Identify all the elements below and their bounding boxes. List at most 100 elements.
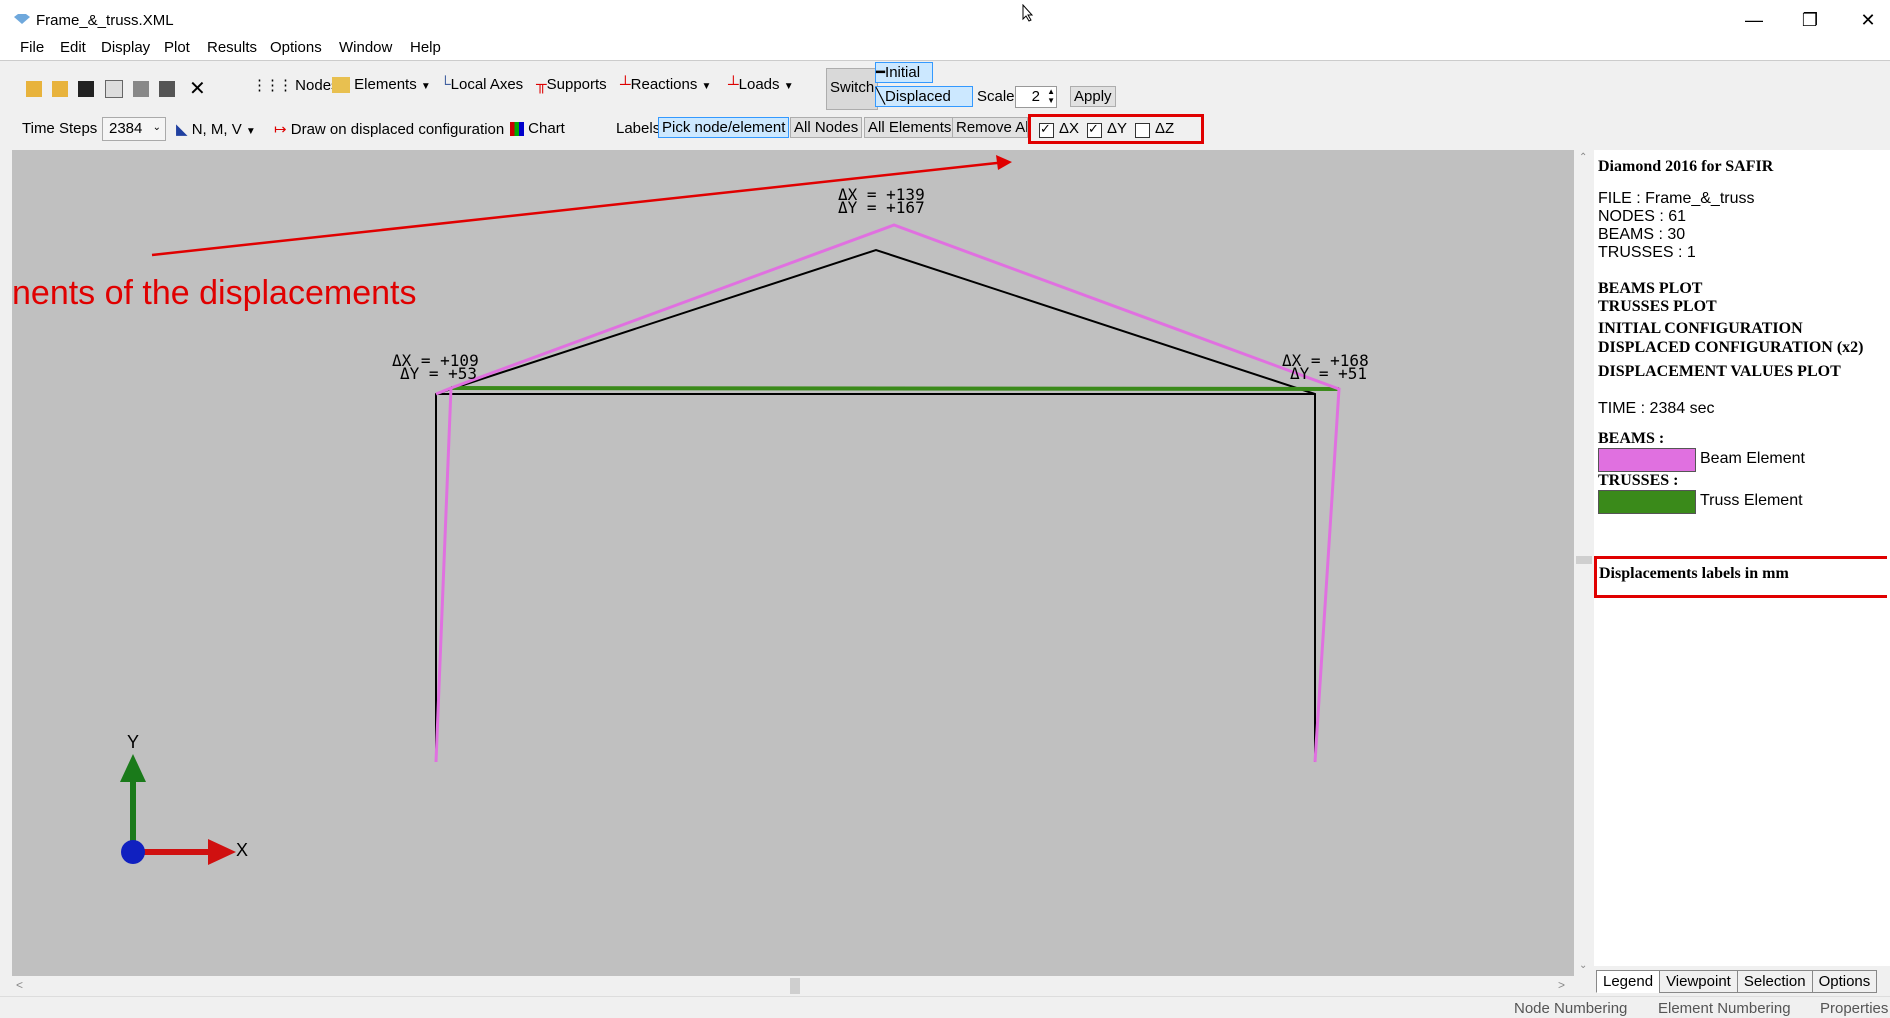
supports-button[interactable]: ╥Supports	[536, 76, 607, 93]
switch-button[interactable]: Switch	[826, 68, 879, 110]
menu-results[interactable]: Results	[207, 39, 257, 56]
menu-help[interactable]: Help	[410, 39, 441, 56]
print-preview-icon[interactable]	[104, 79, 123, 98]
tab-selection[interactable]: Selection	[1736, 970, 1813, 993]
disp-values-info: DISPLACEMENT VALUES PLOT	[1598, 363, 1841, 380]
beams-info: BEAMS : 30	[1598, 226, 1686, 243]
dy-check-box[interactable]	[1087, 121, 1102, 138]
chevron-down-icon: ▼	[245, 126, 256, 137]
element-numbering-status[interactable]: Element Numbering	[1658, 1000, 1791, 1017]
cursor-icon	[1022, 3, 1034, 22]
open-recent-icon[interactable]	[52, 80, 69, 97]
pick-node-element-button[interactable]: Pick node/element	[658, 117, 790, 138]
beam-element-label: Beam Element	[1700, 450, 1805, 467]
all-nodes-button[interactable]: All Nodes	[790, 117, 863, 138]
file-icons: ✕	[26, 76, 206, 101]
nodes-button[interactable]: ⋮⋮⋮ Nodes	[252, 76, 339, 94]
menu-window[interactable]: Window	[339, 39, 392, 56]
scrollbar-thumb[interactable]	[790, 978, 800, 994]
elements-button[interactable]: Elements ▼	[332, 76, 431, 94]
apply-button[interactable]: Apply	[1070, 86, 1116, 107]
initial-button[interactable]: ━Initial	[875, 62, 933, 83]
tab-options[interactable]: Options	[1811, 970, 1878, 993]
all-elements-button[interactable]: All Elements	[864, 117, 956, 138]
node-label-right: ΔX = +168 ΔY = +51	[1282, 353, 1369, 382]
save-icon[interactable]	[78, 80, 95, 97]
dx-checkbox[interactable]	[1039, 121, 1054, 138]
trusses-info: TRUSSES : 1	[1598, 244, 1696, 261]
dy-value: ΔY = +167	[838, 198, 925, 217]
dz-label: ΔZ	[1155, 120, 1175, 137]
menu-file[interactable]: File	[20, 39, 44, 56]
displaced-button[interactable]: ╲Displaced	[875, 86, 973, 107]
horizontal-scrollbar[interactable]: < >	[12, 976, 1574, 996]
time-info: TIME : 2384 sec	[1598, 400, 1715, 417]
dz-check-box[interactable]	[1135, 122, 1150, 138]
remove-all-button[interactable]: Remove All	[952, 117, 1028, 138]
results-toolbar: Time Steps 2384 ⌄ ◣ N, M, V ▼ ↦ Draw on …	[12, 114, 1890, 146]
load-arrow-icon: ┴	[728, 76, 739, 93]
menu-display[interactable]: Display	[101, 39, 150, 56]
close-button[interactable]: ✕	[1844, 6, 1890, 34]
reactions-button[interactable]: ┴Reactions ▼	[620, 76, 711, 93]
beams-plot-info: BEAMS PLOT	[1598, 280, 1703, 297]
clear-icon[interactable]: ✕	[189, 78, 206, 100]
scrollbar-thumb[interactable]	[1576, 556, 1592, 564]
time-steps-select[interactable]: 2384 ⌄	[102, 117, 166, 141]
menu-bar: File Edit Display Plot Results Options W…	[0, 36, 1890, 61]
x-axis-label: X	[236, 840, 249, 860]
initial-frame	[435, 248, 1316, 762]
menu-options[interactable]: Options	[270, 39, 322, 56]
properties-status[interactable]: Properties	[1820, 1000, 1888, 1017]
labels-label: Labels	[616, 120, 661, 137]
structure-viewport[interactable]: nents of the displacements ΔX = +139 ΔY =…	[12, 150, 1574, 976]
draw-displaced-button[interactable]: ↦ Draw on displaced configuration	[274, 120, 504, 138]
dy-checkbox[interactable]	[1087, 121, 1102, 138]
minimize-button[interactable]: —	[1730, 6, 1778, 34]
axes-icon: └	[440, 76, 451, 93]
scroll-left-icon[interactable]: <	[16, 978, 23, 992]
loads-button[interactable]: ┴Loads ▼	[728, 76, 794, 93]
scroll-up-icon[interactable]: ⌃	[1579, 152, 1587, 163]
panel-heading: Diamond 2016 for SAFIR	[1598, 158, 1774, 175]
loads-label: Loads	[738, 76, 780, 93]
initial-line-icon: ━	[876, 64, 886, 81]
title-bar: Frame_&_truss.XML — ❐ ✕	[0, 0, 1890, 40]
x-arrowhead-icon	[208, 839, 236, 865]
elements-label: Elements	[354, 76, 417, 93]
camera-icon[interactable]	[158, 80, 175, 97]
tab-legend[interactable]: Legend	[1596, 970, 1661, 993]
spin-arrows-icon[interactable]: ▲ ▼	[1047, 87, 1055, 105]
chevron-down-icon: ▼	[701, 81, 712, 92]
menu-plot[interactable]: Plot	[164, 39, 190, 56]
status-bar: Node Numbering Element Numbering Propert…	[0, 996, 1890, 1018]
scroll-right-icon[interactable]: >	[1558, 978, 1565, 992]
tab-viewpoint[interactable]: Viewpoint	[1659, 970, 1738, 993]
restore-button[interactable]: ❐	[1786, 6, 1834, 34]
nmv-button[interactable]: ◣ N, M, V ▼	[176, 120, 256, 138]
chart-button[interactable]: Chart	[510, 120, 565, 137]
disp-labels-info: Displacements labels in mm	[1599, 565, 1789, 582]
nodes-info: NODES : 61	[1598, 208, 1687, 225]
dz-checkbox[interactable]	[1135, 121, 1150, 138]
local-axes-button[interactable]: └Local Axes	[440, 76, 523, 93]
node-numbering-status[interactable]: Node Numbering	[1514, 1000, 1627, 1017]
open-icon[interactable]	[26, 80, 42, 97]
chart-icon	[510, 122, 524, 137]
annotation-arrowhead-icon	[996, 155, 1012, 170]
app-diamond-icon	[14, 14, 30, 24]
elements-icon	[332, 77, 350, 94]
print-icon[interactable]	[132, 80, 149, 97]
reaction-arrow-icon: ┴	[620, 76, 631, 93]
truss-color-swatch	[1598, 490, 1696, 514]
chevron-down-icon: ⌄	[152, 122, 161, 133]
dx-check-box[interactable]	[1039, 121, 1054, 138]
vertical-scrollbar[interactable]: ⌃ ⌄	[1574, 150, 1594, 976]
window-title: Frame_&_truss.XML	[36, 12, 174, 29]
scroll-down-icon[interactable]: ⌄	[1579, 960, 1587, 971]
menu-edit[interactable]: Edit	[60, 39, 86, 56]
scale-input[interactable]: 2 ▲ ▼	[1015, 86, 1057, 108]
displaced-frame	[434, 223, 1341, 763]
dy-label: ΔY	[1107, 120, 1128, 137]
displaced-line-icon: ╲	[876, 88, 886, 105]
